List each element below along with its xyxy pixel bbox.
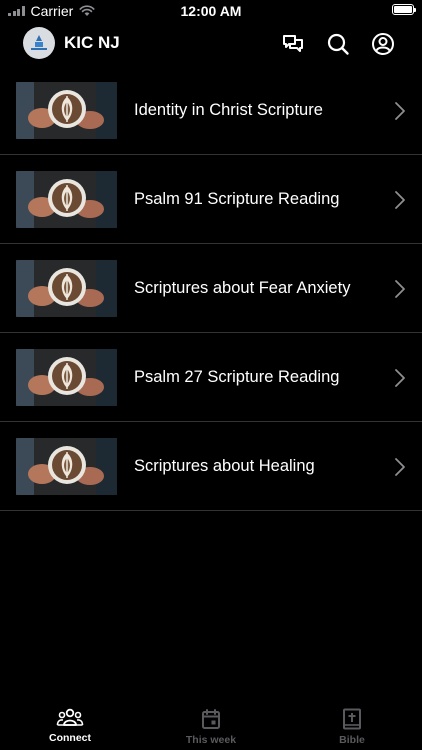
church-logo-icon bbox=[31, 35, 47, 50]
app-title: KIC NJ bbox=[64, 33, 120, 52]
chat-button[interactable] bbox=[280, 31, 306, 57]
chevron-right-icon bbox=[395, 102, 405, 120]
list-item[interactable]: Scriptures about Healing bbox=[0, 422, 422, 511]
coffee-thumbnail bbox=[16, 438, 117, 495]
tab-connect[interactable]: Connect bbox=[0, 700, 140, 750]
calendar-icon bbox=[202, 709, 220, 729]
list-item-label: Identity in Christ Scripture bbox=[134, 101, 323, 119]
status-bar: Carrier 12:00 AM bbox=[0, 0, 422, 22]
list-item-label: Scriptures about Healing bbox=[134, 457, 315, 475]
search-icon bbox=[327, 33, 349, 55]
chat-bubbles-icon bbox=[283, 35, 303, 52]
people-icon bbox=[56, 708, 84, 726]
chevron-right-icon bbox=[395, 280, 405, 298]
church-logo-avatar[interactable] bbox=[23, 27, 55, 59]
list-item[interactable]: Psalm 27 Scripture Reading bbox=[0, 333, 422, 422]
battery-icon bbox=[392, 4, 416, 15]
chevron-right-icon bbox=[395, 369, 405, 387]
coffee-thumbnail bbox=[16, 171, 117, 228]
chevron-right-icon bbox=[395, 458, 405, 476]
search-button[interactable] bbox=[325, 31, 351, 57]
coffee-thumbnail bbox=[16, 349, 117, 406]
list-item[interactable]: Scriptures about Fear Anxiety bbox=[0, 244, 422, 333]
tab-label-bible: Bible bbox=[339, 734, 365, 746]
coffee-thumbnail bbox=[16, 82, 117, 139]
profile-button[interactable] bbox=[370, 31, 396, 57]
list-item[interactable]: Psalm 91 Scripture Reading bbox=[0, 155, 422, 244]
list-item-label: Psalm 27 Scripture Reading bbox=[134, 368, 340, 386]
tab-this-week[interactable]: This week bbox=[141, 700, 281, 750]
tab-bar: Connect This week Bible bbox=[0, 700, 422, 750]
chevron-right-icon bbox=[395, 191, 405, 209]
tab-label-this-week: This week bbox=[185, 734, 237, 746]
list-item[interactable]: Identity in Christ Scripture bbox=[0, 66, 422, 155]
app-header: KIC NJ bbox=[0, 22, 422, 66]
tab-bible[interactable]: Bible bbox=[282, 700, 422, 750]
coffee-thumbnail bbox=[16, 260, 117, 317]
list-item-label: Psalm 91 Scripture Reading bbox=[134, 190, 340, 208]
list-item-label: Scriptures about Fear Anxiety bbox=[134, 279, 351, 297]
bible-icon bbox=[343, 708, 361, 730]
tab-label-connect: Connect bbox=[49, 732, 91, 744]
status-time: 12:00 AM bbox=[180, 3, 242, 19]
profile-icon bbox=[372, 33, 394, 55]
scripture-list: Identity in Christ Scripture Psalm 91 Sc… bbox=[0, 66, 422, 511]
